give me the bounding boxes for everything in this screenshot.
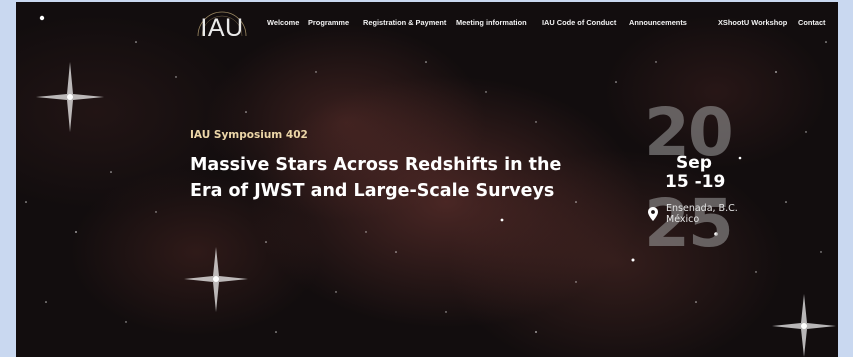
iau-logo[interactable]: IAU: [192, 6, 252, 44]
nav-item-xshootu-workshop[interactable]: XShootU Workshop: [718, 18, 787, 27]
event-location: Ensenada, B.C. México: [666, 203, 738, 225]
symposium-label: IAU Symposium 402: [190, 129, 308, 141]
nav-item-code-of-conduct[interactable]: IAU Code of Conduct: [542, 18, 616, 27]
nav-item-welcome[interactable]: Welcome: [267, 18, 299, 27]
nav-item-contact[interactable]: Contact: [798, 18, 826, 27]
nav-item-registration[interactable]: Registration & Payment: [363, 18, 446, 27]
event-month: Sep: [676, 153, 712, 173]
page-frame: IAU Welcome Programme Registration & Pay…: [0, 0, 853, 357]
event-days: 15 -19: [665, 172, 726, 192]
location-country: México: [666, 214, 700, 225]
nav-item-meeting-information[interactable]: Meeting information: [456, 18, 527, 27]
nav-item-announcements[interactable]: Announcements: [629, 18, 687, 27]
location-city: Ensenada, B.C.: [666, 203, 738, 214]
logo-text: IAU: [200, 14, 244, 42]
nav-item-programme[interactable]: Programme: [308, 18, 349, 27]
hero-banner: IAU Welcome Programme Registration & Pay…: [16, 2, 838, 357]
map-pin-icon: [648, 207, 658, 221]
page-title: Massive Stars Across Redshifts in the Er…: [190, 155, 562, 201]
